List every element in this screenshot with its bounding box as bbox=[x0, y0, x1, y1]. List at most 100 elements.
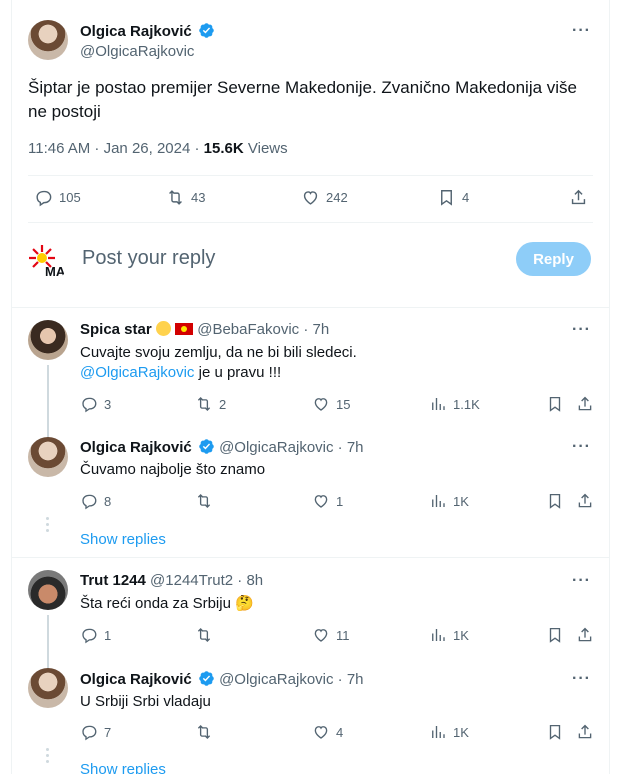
share-button[interactable] bbox=[576, 492, 594, 510]
share-icon bbox=[578, 724, 592, 739]
bookmark-button[interactable] bbox=[546, 395, 564, 413]
reply-count: 1 bbox=[104, 627, 112, 643]
views-button[interactable]: 1K bbox=[429, 723, 469, 741]
like-button[interactable]: 1 bbox=[312, 492, 343, 510]
mention-link[interactable]: @OlgicaRajkovic bbox=[80, 364, 194, 381]
like-button[interactable]: 242 bbox=[301, 188, 348, 207]
repost-button[interactable]: 43 bbox=[166, 188, 205, 207]
author-handle[interactable]: @1244Trut2 bbox=[150, 572, 233, 589]
like-button[interactable]: 4 bbox=[312, 723, 343, 741]
reply-icon bbox=[36, 190, 52, 207]
more-icon[interactable]: ··· bbox=[572, 572, 591, 590]
heart-icon bbox=[314, 629, 328, 642]
logo-icon: MA bbox=[28, 242, 68, 282]
thread-line bbox=[47, 615, 49, 671]
like-count: 4 bbox=[336, 724, 344, 740]
share-icon bbox=[578, 493, 592, 508]
tweet-time[interactable]: · 8h bbox=[237, 572, 263, 589]
reply-submit-button[interactable]: Reply bbox=[516, 242, 591, 276]
author-handle[interactable]: @OlgicaRajkovic bbox=[219, 671, 333, 688]
more-icon[interactable]: ··· bbox=[572, 22, 591, 40]
heart-icon bbox=[314, 398, 328, 411]
author-name[interactable]: Trut 1244 bbox=[80, 572, 146, 589]
like-button[interactable]: 15 bbox=[312, 395, 350, 413]
divider bbox=[28, 222, 593, 223]
show-replies-link[interactable]: Show replies bbox=[80, 531, 166, 548]
tweet-timestamp[interactable]: 11:46 AM · Jan 26, 2024 · bbox=[28, 140, 200, 157]
tweet-time[interactable]: · 7h bbox=[338, 671, 364, 688]
more-icon[interactable]: ··· bbox=[572, 670, 591, 688]
more-icon[interactable]: ··· bbox=[572, 321, 591, 339]
thread-dots bbox=[46, 748, 49, 766]
tweet-text: Čuvamo najbolje što znamo bbox=[80, 461, 266, 478]
bookmark-icon bbox=[549, 724, 561, 740]
author-handle[interactable]: @OlgicaRajkovic bbox=[80, 43, 194, 60]
repost-button[interactable] bbox=[195, 626, 219, 644]
like-button[interactable]: 11 bbox=[312, 626, 350, 644]
tweet-text: Šta reći onda za Srbiju 🤔 bbox=[80, 595, 254, 612]
views-count: 15.6K bbox=[203, 140, 244, 157]
bookmark-button[interactable] bbox=[546, 492, 564, 510]
views-icon bbox=[432, 495, 445, 507]
author-handle[interactable]: @BebaFakovic bbox=[197, 321, 299, 338]
author-name[interactable]: Olgica Rajković bbox=[80, 439, 192, 456]
tweet-time[interactable]: · 7h bbox=[303, 321, 329, 338]
repost-icon bbox=[197, 628, 211, 642]
divider bbox=[12, 557, 609, 558]
author-name[interactable]: Olgica Rajković bbox=[80, 671, 192, 688]
views-button[interactable]: 1.1K bbox=[429, 395, 480, 413]
reply-button[interactable]: 105 bbox=[34, 188, 81, 207]
reply-button[interactable]: 1 bbox=[80, 626, 111, 644]
reply-button[interactable]: 3 bbox=[80, 395, 111, 413]
reply-button[interactable]: 8 bbox=[80, 492, 111, 510]
tweet-time[interactable]: · 7h bbox=[338, 439, 364, 456]
tweet-text-line: Cuvajte svoju zemlju, da ne bi bili sled… bbox=[80, 344, 357, 361]
verified-badge-icon bbox=[199, 671, 214, 686]
verified-badge-icon bbox=[199, 439, 214, 454]
share-button[interactable] bbox=[576, 395, 594, 413]
repost-count: 43 bbox=[191, 190, 206, 205]
views-button[interactable]: 1K bbox=[429, 626, 469, 644]
reply-count: 8 bbox=[104, 493, 112, 509]
bookmark-count: 4 bbox=[462, 190, 470, 205]
reply-icon bbox=[82, 397, 97, 413]
show-replies-link[interactable]: Show replies bbox=[80, 761, 166, 774]
reply-count: 3 bbox=[104, 396, 112, 412]
view-count: 1K bbox=[453, 627, 469, 643]
reply-input[interactable]: Post your reply bbox=[82, 247, 215, 270]
avatar[interactable] bbox=[28, 437, 68, 477]
avatar[interactable] bbox=[28, 570, 68, 610]
repost-button[interactable] bbox=[195, 492, 219, 510]
share-button[interactable] bbox=[576, 626, 594, 644]
divider bbox=[28, 175, 593, 176]
composer-avatar: MA bbox=[28, 242, 68, 282]
bookmark-button[interactable] bbox=[546, 723, 564, 741]
avatar[interactable] bbox=[28, 668, 68, 708]
share-icon bbox=[571, 189, 586, 205]
author-handle[interactable]: @OlgicaRajkovic bbox=[219, 439, 333, 456]
avatar[interactable] bbox=[28, 20, 68, 60]
reply-icon bbox=[82, 494, 97, 510]
author-name[interactable]: Olgica Rajković bbox=[80, 23, 192, 40]
repost-button[interactable] bbox=[195, 723, 219, 741]
conversation-panel: Olgica Rajković @OlgicaRajkovic ··· Šipt… bbox=[11, 0, 610, 774]
bookmark-icon bbox=[549, 493, 561, 509]
tweet-text-rest: je u pravu !!! bbox=[194, 364, 282, 381]
view-count: 1.1K bbox=[453, 396, 480, 412]
author-name[interactable]: Spica star bbox=[80, 321, 152, 338]
macedonia-flag-icon bbox=[175, 323, 194, 335]
reply-icon bbox=[82, 628, 97, 644]
avatar[interactable] bbox=[28, 320, 68, 360]
bookmark-icon bbox=[441, 190, 452, 206]
tweet-text: Cuvajte svoju zemlju, da ne bi bili sled… bbox=[80, 343, 580, 383]
share-button[interactable] bbox=[576, 723, 594, 741]
reply-button[interactable]: 7 bbox=[80, 723, 111, 741]
views-button[interactable]: 1K bbox=[429, 492, 469, 510]
more-icon[interactable]: ··· bbox=[572, 438, 591, 456]
bookmark-button[interactable]: 4 bbox=[437, 188, 469, 207]
share-button[interactable] bbox=[569, 188, 588, 207]
repost-button[interactable]: 2 bbox=[195, 395, 226, 413]
bookmark-icon bbox=[549, 396, 561, 412]
svg-text:MA: MA bbox=[45, 264, 66, 279]
bookmark-button[interactable] bbox=[546, 626, 564, 644]
